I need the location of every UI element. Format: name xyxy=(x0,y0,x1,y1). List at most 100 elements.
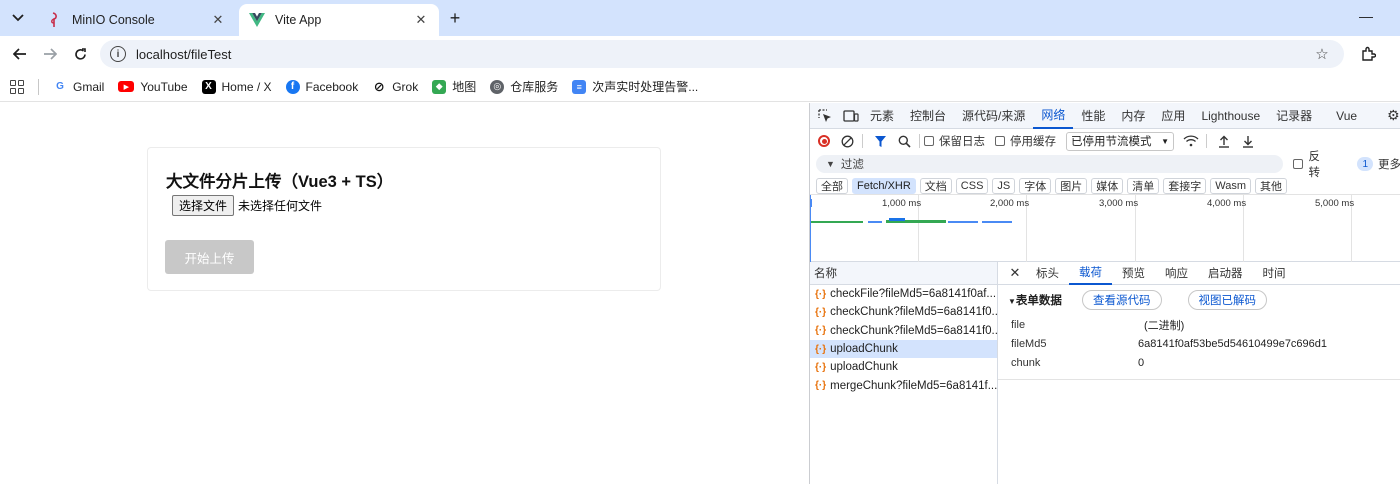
file-status-text: 未选择任何文件 xyxy=(238,199,323,213)
detail-tab-timing[interactable]: 时间 xyxy=(1253,262,1296,285)
bookmark-home-x[interactable]: X Home / X xyxy=(201,79,272,94)
form-data-header[interactable]: ▼表单数据 查看源代码 视图已解码 xyxy=(998,285,1400,315)
filter-count-badge: 1 xyxy=(1357,157,1373,171)
globe-icon: ◎ xyxy=(490,79,505,94)
bookmark-alert-doc[interactable]: ≡ 次声实时处理告警... xyxy=(572,78,698,95)
type-filter-manifest[interactable]: 清单 xyxy=(1127,178,1160,194)
devtools-tab-console[interactable]: 控制台 xyxy=(902,103,954,129)
start-upload-button[interactable]: 开始上传 xyxy=(165,240,254,274)
page-title: 大文件分片上传（Vue3 + TS） xyxy=(166,173,394,191)
bookmark-star-icon[interactable]: ☆ xyxy=(1312,45,1332,63)
inspect-element-icon[interactable] xyxy=(814,105,836,127)
devtools-tab-elements[interactable]: 元素 xyxy=(862,103,902,129)
devtools-tab-application[interactable]: 应用 xyxy=(1153,103,1193,129)
detail-tab-headers[interactable]: 标头 xyxy=(1026,262,1069,285)
minimize-icon[interactable]: — xyxy=(1356,6,1376,26)
reload-icon[interactable] xyxy=(68,42,92,66)
request-row[interactable]: {·} checkChunk?fileMd5=6a8141f0... xyxy=(810,303,997,321)
devtools-tab-vue[interactable]: Vue xyxy=(1320,103,1365,129)
bookmark-label: YouTube xyxy=(140,79,188,94)
disable-cache-checkbox[interactable]: 停用缓存 xyxy=(995,133,1056,149)
url-text[interactable]: localhost/fileTest xyxy=(136,47,1312,62)
type-filter-other[interactable]: 其他 xyxy=(1255,178,1288,194)
throttling-select[interactable]: 已停用节流模式 ▼ xyxy=(1066,131,1174,151)
throttling-value: 已停用节流模式 xyxy=(1071,136,1152,148)
close-icon[interactable]: ✕ xyxy=(411,10,431,30)
bookmark-youtube[interactable]: ▶ YouTube xyxy=(118,79,188,94)
choose-file-button[interactable]: 选择文件 xyxy=(172,195,235,216)
request-name: uploadChunk xyxy=(830,361,898,374)
forward-arrow-icon[interactable] xyxy=(38,42,62,66)
view-decoded-button[interactable]: 视图已解码 xyxy=(1187,290,1267,310)
devtools-tab-sources[interactable]: 源代码/来源 xyxy=(954,103,1033,129)
bookmark-facebook[interactable]: f Facebook xyxy=(285,79,358,94)
request-row[interactable]: {·} uploadChunk xyxy=(810,358,997,376)
settings-gear-icon[interactable]: ⚙ xyxy=(1387,107,1400,125)
devtools-tab-network[interactable]: 网络 xyxy=(1033,103,1074,129)
more-filters-dropdown[interactable]: 1 更多 xyxy=(1357,156,1400,172)
maps-icon: ◆ xyxy=(432,79,447,94)
request-row[interactable]: {·} mergeChunk?fileMd5=6a8141f... xyxy=(810,376,997,394)
name-column-header[interactable]: 名称 xyxy=(810,262,997,285)
type-filter-socket[interactable]: 套接字 xyxy=(1163,178,1207,194)
request-row[interactable]: {·} checkFile?fileMd5=6a8141f0af... xyxy=(810,285,997,303)
back-arrow-icon[interactable] xyxy=(8,42,32,66)
tab-title: MinIO Console xyxy=(72,13,155,27)
close-icon[interactable]: ✕ xyxy=(1004,265,1026,281)
detail-tab-initiator[interactable]: 启动器 xyxy=(1198,262,1253,285)
type-filter-font[interactable]: 字体 xyxy=(1019,178,1052,194)
type-filter-js[interactable]: JS xyxy=(992,178,1016,194)
type-filter-wasm[interactable]: Wasm xyxy=(1210,178,1252,194)
tab-vite-app[interactable]: Vite App ✕ xyxy=(239,4,439,36)
new-tab-icon[interactable]: + xyxy=(444,7,466,29)
filter-funnel-icon[interactable] xyxy=(869,131,891,151)
site-info-icon[interactable]: i xyxy=(110,46,126,62)
type-filter-doc[interactable]: 文档 xyxy=(919,178,952,194)
toolbar-divider xyxy=(919,134,920,148)
devtools-tab-recorder[interactable]: 记录器 xyxy=(1268,103,1320,129)
file-input[interactable]: 选择文件 未选择任何文件 xyxy=(172,195,322,216)
extensions-icon[interactable] xyxy=(1356,42,1380,66)
request-list: 名称 {·} checkFile?fileMd5=6a8141f0af... {·… xyxy=(810,262,998,484)
type-filter-css[interactable]: CSS xyxy=(955,178,989,194)
detail-tab-preview[interactable]: 预览 xyxy=(1112,262,1155,285)
export-har-icon[interactable] xyxy=(1237,131,1259,151)
preserve-log-checkbox[interactable]: 保留日志 xyxy=(924,133,985,149)
address-bar[interactable]: i localhost/fileTest ☆ xyxy=(100,40,1344,68)
type-filter-media[interactable]: 媒体 xyxy=(1091,178,1124,194)
devtools-tab-lighthouse[interactable]: Lighthouse xyxy=(1193,103,1268,129)
devtools-tab-performance[interactable]: 性能 xyxy=(1073,103,1113,129)
type-filter-fetch-xhr[interactable]: Fetch/XHR xyxy=(852,178,916,194)
bookmark-warehouse[interactable]: ◎ 仓库服务 xyxy=(490,78,558,95)
bookmark-label: 地图 xyxy=(452,80,477,94)
devtools-tab-memory[interactable]: 内存 xyxy=(1113,103,1153,129)
bookmark-gmail[interactable]: G Gmail xyxy=(53,80,104,94)
bookmark-label: 次声实时处理告警... xyxy=(592,80,699,94)
import-har-icon[interactable] xyxy=(1213,131,1235,151)
request-row[interactable]: {·} uploadChunk xyxy=(810,339,997,359)
close-icon[interactable]: ✕ xyxy=(208,10,228,30)
apps-grid-icon[interactable] xyxy=(10,79,24,94)
bookmark-label: Home / X xyxy=(221,79,272,94)
bookmark-grok[interactable]: ⊘ Grok xyxy=(372,79,418,94)
page-viewport: 大文件分片上传（Vue3 + TS） 选择文件 未选择任何文件 开始上传 xyxy=(0,103,808,484)
device-toolbar-icon[interactable] xyxy=(840,105,862,127)
detail-tab-payload[interactable]: 载荷 xyxy=(1069,262,1112,285)
tab-search-chevron-icon[interactable] xyxy=(6,6,30,30)
request-row[interactable]: {·} checkChunk?fileMd5=6a8141f0... xyxy=(810,322,997,340)
tab-minio-console[interactable]: MinIO Console ✕ xyxy=(36,4,236,36)
clear-icon[interactable] xyxy=(836,131,858,151)
bookmark-maps[interactable]: ◆ 地图 xyxy=(432,78,476,95)
network-conditions-icon[interactable] xyxy=(1180,131,1202,151)
request-name: checkChunk?fileMd5=6a8141f0... xyxy=(830,306,997,319)
view-source-button[interactable]: 查看源代码 xyxy=(1082,290,1162,310)
facebook-icon: f xyxy=(285,79,300,94)
filter-input[interactable]: ▼ 过滤 xyxy=(816,155,1284,173)
type-filter-all[interactable]: 全部 xyxy=(816,178,848,194)
xhr-icon: {·} xyxy=(815,361,827,373)
record-stop-icon[interactable] xyxy=(818,135,830,147)
network-timeline-overview[interactable]: 1,000 ms 2,000 ms 3,000 ms 4,000 ms 5,00… xyxy=(810,194,1400,263)
search-icon[interactable] xyxy=(893,131,915,151)
type-filter-img[interactable]: 图片 xyxy=(1055,178,1088,194)
detail-tab-response[interactable]: 响应 xyxy=(1155,262,1198,285)
